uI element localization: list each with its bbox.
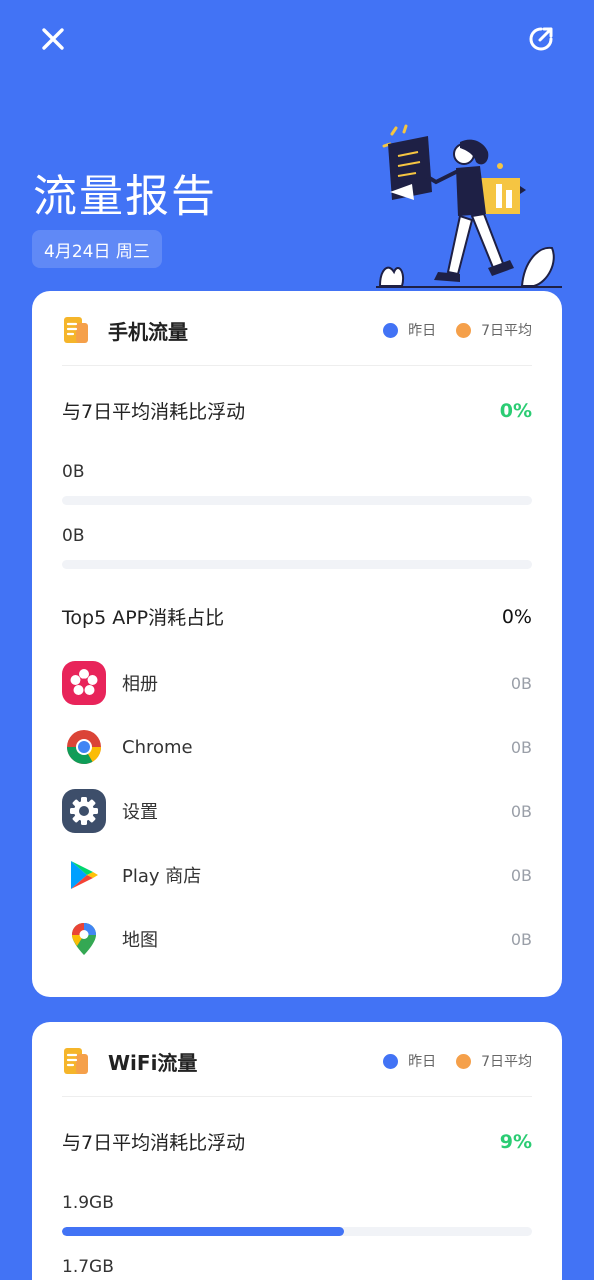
app-name: 地图	[122, 930, 158, 951]
chart-legend: 昨日 7日平均	[383, 320, 532, 340]
wifi-card-header: WiFi流量 昨日 7日平均	[62, 1044, 532, 1078]
divider	[62, 1096, 532, 1097]
avg-usage-value: 0B	[62, 526, 85, 546]
chrome-icon	[67, 730, 101, 764]
mobile-card-header: 手机流量 昨日 7日平均	[62, 313, 532, 347]
top-bar	[0, 0, 594, 80]
app-row-settings[interactable]: 设置 0B	[62, 788, 532, 834]
compare-value: 0%	[499, 399, 532, 422]
app-usage: 0B	[510, 737, 532, 757]
share-button[interactable]	[522, 20, 560, 58]
avg-usage-value: 1.7GB	[62, 1257, 114, 1277]
yesterday-usage-bar	[62, 496, 532, 505]
legend-label: 昨日	[408, 1054, 437, 1070]
card-title: 手机流量	[108, 319, 188, 344]
gallery-icon	[62, 661, 106, 705]
gallery-app-icon	[62, 661, 106, 705]
compare-label: 与7日平均消耗比浮动	[62, 401, 246, 423]
app-usage: 0B	[510, 865, 532, 885]
app-usage: 0B	[510, 929, 532, 949]
compare-row: 与7日平均消耗比浮动 0%	[62, 397, 532, 424]
page-title: 流量报告	[33, 171, 217, 222]
legend-yesterday: 昨日	[383, 320, 436, 340]
compare-row: 与7日平均消耗比浮动 9%	[62, 1128, 532, 1155]
compare-label: 与7日平均消耗比浮动	[62, 1132, 246, 1154]
settings-gear-icon	[62, 789, 106, 833]
app-usage: 0B	[510, 801, 532, 821]
divider	[62, 365, 532, 366]
legend-7day-avg: 7日平均	[456, 320, 532, 340]
app-name: Chrome	[122, 736, 193, 758]
wifi-data-card: WiFi流量 昨日 7日平均 与7日平均消耗比浮动 9% 1.9GB 1.7GB	[32, 1022, 562, 1280]
card-title: WiFi流量	[108, 1050, 198, 1075]
maps-pin-icon	[72, 923, 96, 955]
legend-dot-avg	[456, 1053, 472, 1069]
legend-yesterday: 昨日	[383, 1051, 436, 1071]
report-illustration	[376, 124, 562, 288]
yesterday-usage-value: 1.9GB	[62, 1193, 114, 1213]
avg-usage-bar	[62, 560, 532, 569]
yesterday-usage-bar	[62, 1227, 532, 1236]
legend-dot-yesterday	[383, 322, 399, 338]
settings-app-icon	[62, 789, 106, 833]
app-row-gallery[interactable]: 相册 0B	[62, 660, 532, 706]
top5-row: Top5 APP消耗占比 0%	[62, 603, 532, 630]
chart-legend: 昨日 7日平均	[383, 1051, 532, 1071]
yesterday-usage-fill	[62, 1227, 344, 1236]
app-usage: 0B	[510, 673, 532, 693]
app-name: 设置	[122, 802, 158, 823]
app-name: Play 商店	[122, 866, 202, 887]
legend-label: 昨日	[408, 323, 437, 339]
app-row-play-store[interactable]: Play 商店 0B	[62, 852, 532, 898]
legend-7day-avg: 7日平均	[456, 1051, 532, 1071]
top5-value: 0%	[501, 605, 532, 628]
top5-label: Top5 APP消耗占比	[62, 607, 225, 629]
legend-label: 7日平均	[481, 323, 532, 339]
chrome-app-icon	[62, 725, 106, 769]
maps-app-icon	[62, 917, 106, 961]
share-icon	[529, 27, 553, 51]
legend-dot-yesterday	[383, 1053, 399, 1069]
app-name: 相册	[122, 674, 158, 695]
close-button[interactable]	[34, 20, 72, 58]
app-row-maps[interactable]: 地图 0B	[62, 916, 532, 962]
app-row-chrome[interactable]: Chrome 0B	[62, 724, 532, 770]
yesterday-usage-value: 0B	[62, 462, 85, 482]
date-chip: 4月24日 周三	[32, 230, 162, 268]
legend-dot-avg	[456, 322, 472, 338]
play-store-app-icon	[62, 853, 106, 897]
mobile-data-card: 手机流量 昨日 7日平均 与7日平均消耗比浮动 0% 0B 0B Top5 AP…	[32, 291, 562, 997]
document-icon	[64, 317, 88, 343]
play-store-icon	[71, 861, 98, 889]
legend-label: 7日平均	[481, 1054, 532, 1070]
document-icon	[64, 1048, 88, 1074]
close-icon	[42, 28, 64, 50]
compare-value: 9%	[499, 1130, 532, 1153]
